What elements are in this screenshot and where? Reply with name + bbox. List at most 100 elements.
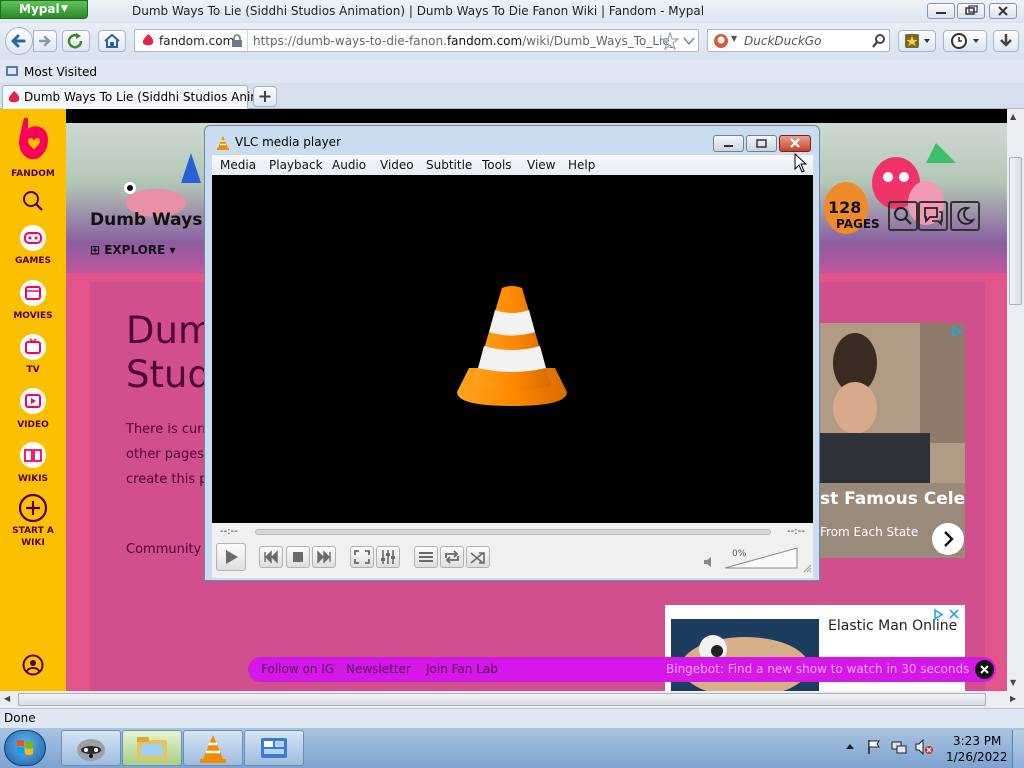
downloads-button[interactable] <box>993 30 1019 52</box>
clock-date[interactable]: 1/26/2022 <box>946 750 1008 764</box>
vlc-video-area[interactable] <box>212 175 813 523</box>
app-menu-button[interactable]: Mypal ▼ <box>0 0 88 19</box>
history-button[interactable] <box>943 30 987 52</box>
network-icon[interactable] <box>890 738 908 756</box>
bingebot-text[interactable]: Bingebot: Find a new show to watch in 30… <box>666 662 969 676</box>
vlc-menu-audio[interactable]: Audio <box>332 158 366 172</box>
adchoices-close-icon[interactable] <box>933 608 961 621</box>
extended-settings-button[interactable] <box>376 546 400 568</box>
moon-icon <box>957 206 976 225</box>
minimize-button[interactable] <box>927 3 955 19</box>
tray-expand-icon[interactable] <box>845 742 855 752</box>
volume-muted-icon[interactable] <box>914 738 934 756</box>
search-box[interactable]: ▼ DuckDuckGo <box>707 29 890 52</box>
scroll-left-icon[interactable]: ◀ <box>4 694 10 703</box>
forward-button[interactable] <box>33 30 57 52</box>
playlist-button[interactable] <box>414 546 438 568</box>
ad-celebrity[interactable]: st Famous Celeb From Each State <box>820 323 965 558</box>
play-icon[interactable] <box>19 387 47 415</box>
vlc-minimize-button[interactable] <box>713 135 744 152</box>
adchoices-icon[interactable] <box>950 325 963 338</box>
new-tab-button[interactable] <box>253 86 277 107</box>
ad-next-button[interactable] <box>932 523 964 555</box>
seek-bar[interactable] <box>255 529 771 535</box>
close-window-button[interactable] <box>989 3 1017 19</box>
fanbar-close-button[interactable] <box>975 660 994 679</box>
vlc-menu-view[interactable]: View <box>527 158 555 172</box>
taskbar-explorer[interactable] <box>122 730 182 766</box>
url-text[interactable]: https://dumb-ways-to-die-fanon.fandom.co… <box>253 34 673 48</box>
sidebar-label-fandom[interactable]: FANDOM <box>0 169 66 179</box>
community-link[interactable]: Community <box>126 542 201 557</box>
url-dropdown-icon[interactable] <box>683 36 695 46</box>
previous-button[interactable] <box>259 546 283 568</box>
vlc-menu-video[interactable]: Video <box>380 158 414 172</box>
sidebar-item-movies[interactable]: MOVIES <box>0 311 66 321</box>
book-icon[interactable] <box>19 441 47 469</box>
loop-button[interactable] <box>440 546 464 568</box>
fullscreen-button[interactable] <box>350 546 374 568</box>
bookmark-most-visited[interactable]: Most Visited <box>24 65 97 79</box>
search-icon[interactable] <box>871 33 887 49</box>
shuffle-button[interactable] <box>466 546 490 568</box>
next-button[interactable] <box>312 546 336 568</box>
vlc-menu-playback[interactable]: Playback <box>269 158 323 172</box>
action-center-flag-icon[interactable] <box>866 738 882 756</box>
url-bar[interactable]: fandom.com https://dumb-ways-to-die-fano… <box>134 29 699 52</box>
sidebar-item-games[interactable]: GAMES <box>0 256 66 266</box>
bookmark-star-icon[interactable] <box>661 32 679 50</box>
wiki-name[interactable]: Dumb Ways T <box>90 210 220 230</box>
vlc-menu-tools[interactable]: Tools <box>482 158 512 172</box>
wiki-search-button[interactable] <box>888 201 918 231</box>
speaker-muted-icon[interactable] <box>702 555 716 569</box>
vlc-menu-media[interactable]: Media <box>220 158 256 172</box>
movie-icon[interactable] <box>19 279 47 307</box>
scroll-down-icon[interactable]: ▼ <box>1010 678 1016 687</box>
sidebar-item-wikis[interactable]: WIKIS <box>0 474 66 484</box>
reload-button[interactable] <box>62 30 90 52</box>
bookmarks-button[interactable] <box>898 30 936 52</box>
vertical-scroll-thumb[interactable] <box>1009 157 1022 305</box>
sidebar-item-video[interactable]: VIDEO <box>0 420 66 430</box>
play-button[interactable] <box>216 543 246 571</box>
restore-button[interactable] <box>957 3 985 19</box>
close-icon <box>980 665 989 674</box>
discussions-button[interactable] <box>918 201 948 231</box>
vlc-menu-subtitle[interactable]: Subtitle <box>426 158 472 172</box>
search-icon[interactable] <box>22 190 44 212</box>
home-button[interactable] <box>98 30 126 52</box>
site-identity[interactable]: fandom.com <box>135 30 248 51</box>
vlc-maximize-button[interactable] <box>746 135 777 152</box>
back-button[interactable] <box>5 27 33 55</box>
resize-grip-icon[interactable] <box>802 563 812 573</box>
sidebar-item-tv[interactable]: TV <box>0 365 66 375</box>
user-avatar-icon[interactable] <box>22 654 44 676</box>
clock-time[interactable]: 3:23 PM <box>953 734 1001 748</box>
vlc-close-button[interactable] <box>779 135 811 152</box>
taskbar-vlc[interactable] <box>183 730 243 766</box>
plus-circle-icon[interactable] <box>18 493 48 523</box>
theme-toggle-button[interactable] <box>950 201 980 231</box>
explore-menu[interactable]: ⊞ EXPLORE ▾ <box>90 243 176 257</box>
start-button[interactable] <box>4 730 46 766</box>
engine-dropdown-icon[interactable]: ▼ <box>731 34 737 43</box>
scroll-right-icon[interactable]: ▶ <box>1010 694 1016 703</box>
show-desktop-button[interactable] <box>1012 730 1024 768</box>
bookmarks-toolbar <box>0 60 1024 83</box>
taskbar-control-panel[interactable] <box>244 730 304 766</box>
sidebar-item-wiki[interactable]: WIKI <box>0 538 66 548</box>
join-fan-lab-link[interactable]: Join Fan Lab <box>426 662 498 676</box>
horizontal-scroll-thumb[interactable] <box>18 693 986 706</box>
fandom-logo-icon[interactable] <box>14 115 52 163</box>
newsletter-link[interactable]: Newsletter <box>346 662 411 676</box>
sidebar-item-start-a[interactable]: START A <box>0 526 66 536</box>
vlc-menu-help[interactable]: Help <box>568 158 595 172</box>
gamepad-icon[interactable] <box>19 224 47 252</box>
tv-icon[interactable] <box>19 333 47 361</box>
scroll-up-icon[interactable]: ▲ <box>1010 112 1016 121</box>
follow-ig-link[interactable]: Follow on IG <box>261 662 334 676</box>
taskbar-mypal[interactable] <box>61 730 121 766</box>
stop-button[interactable] <box>286 546 310 568</box>
volume-slider[interactable] <box>724 547 798 569</box>
browser-tab[interactable]: Dumb Ways To Lie (Siddhi Studios Anim... <box>2 85 273 109</box>
